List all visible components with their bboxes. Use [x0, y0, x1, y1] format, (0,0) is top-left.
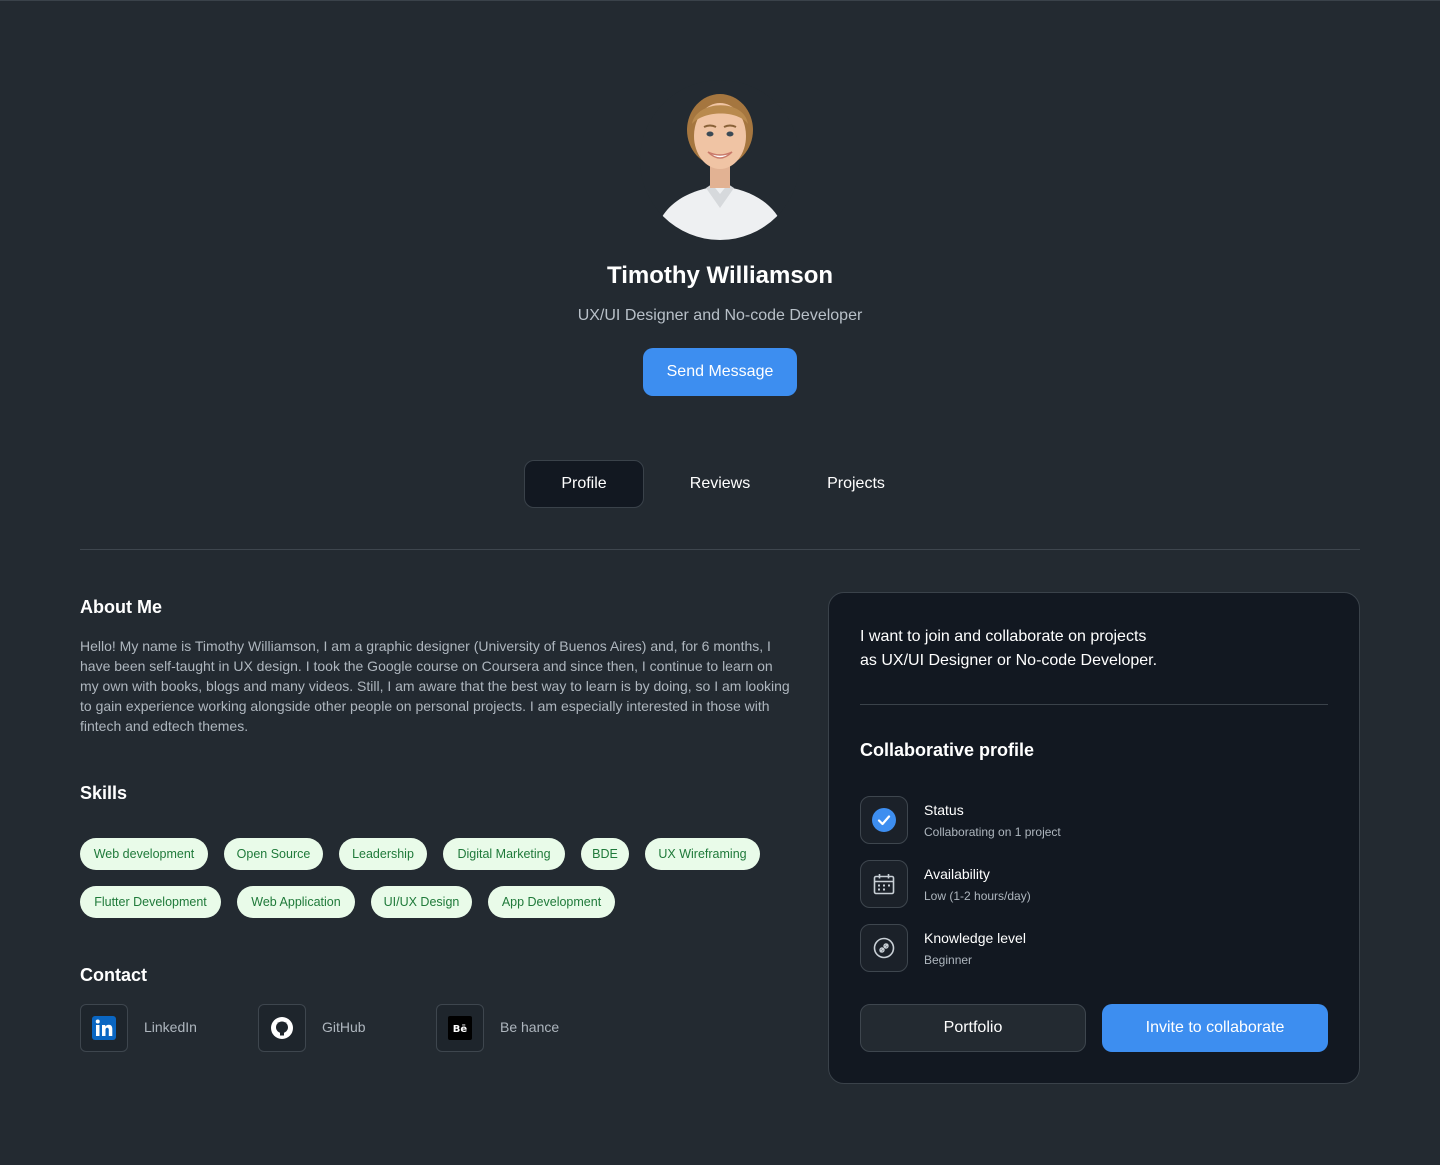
github-icon — [271, 1017, 293, 1039]
portfolio-button[interactable]: Portfolio — [860, 1004, 1086, 1052]
github-link[interactable] — [258, 1004, 306, 1052]
collab-intro: I want to join and collaborate on projec… — [860, 625, 1280, 673]
behance-label[interactable]: Be hance — [500, 1019, 559, 1035]
top-border — [0, 0, 1440, 1]
status-icon-box — [860, 796, 908, 844]
collab-intro-line: as UX/UI Designer or No-code Developer. — [860, 652, 1158, 669]
calendar-icon — [873, 874, 895, 895]
status-value: Collaborating on 1 project — [924, 825, 1061, 839]
profile-role: UX/UI Designer and No-code Developer — [577, 307, 863, 324]
tab-reviews[interactable]: Reviews — [660, 460, 780, 508]
about-title: About Me — [80, 597, 162, 617]
skill-chip: Web Application — [237, 886, 355, 918]
skill-chip: UX Wireframing — [645, 838, 760, 870]
skill-chip: Web development — [80, 838, 208, 870]
section-divider — [80, 549, 1360, 550]
availability-value: Low (1-2 hours/day) — [924, 889, 1031, 903]
knowledge-label: Knowledge level — [924, 930, 1026, 946]
linkedin-label[interactable]: LinkedIn — [144, 1019, 197, 1035]
tab-projects[interactable]: Projects — [796, 460, 916, 508]
invite-to-collaborate-button[interactable]: Invite to collaborate — [1102, 1004, 1328, 1052]
skill-chip: Digital Marketing — [443, 838, 565, 870]
skill-chip: Leadership — [339, 838, 427, 870]
behance-icon: Bē — [448, 1016, 472, 1040]
skill-chip: UI/UX Design — [371, 886, 472, 918]
skill-chip: App Development — [488, 886, 615, 918]
knowledge-value: Beginner — [924, 953, 973, 967]
skill-chip: Flutter Development — [80, 886, 221, 918]
svg-text:Bē: Bē — [453, 1024, 468, 1035]
knowledge-icon-box — [860, 924, 908, 972]
linkedin-link[interactable] — [80, 1004, 128, 1052]
github-label[interactable]: GitHub — [322, 1019, 366, 1035]
availability-label: Availability — [924, 866, 990, 882]
collab-intro-line: I want to join and collaborate on projec… — [860, 628, 1147, 645]
skill-chip: Open Source — [224, 838, 323, 870]
skill-level-icon — [873, 937, 895, 959]
skill-chip: BDE — [581, 838, 629, 870]
status-label: Status — [924, 802, 964, 818]
availability-icon-box — [860, 860, 908, 908]
behance-link[interactable]: Bē — [436, 1004, 484, 1052]
linkedin-icon — [92, 1016, 116, 1040]
check-circle-icon — [872, 808, 896, 832]
collab-profile-title: Collaborative profile — [860, 740, 1035, 760]
about-text: Hello! My name is Timothy Williamson, I … — [80, 638, 790, 734]
tab-profile[interactable]: Profile — [524, 460, 644, 508]
contact-title: Contact — [80, 965, 147, 985]
avatar — [640, 80, 800, 240]
collaboration-card: I want to join and collaborate on projec… — [828, 592, 1360, 1084]
card-divider — [860, 704, 1328, 705]
avatar-portrait — [640, 80, 800, 240]
send-message-button[interactable]: Send Message — [643, 348, 797, 396]
skills-title: Skills — [80, 783, 128, 803]
profile-name: Timothy Williamson — [606, 262, 834, 289]
